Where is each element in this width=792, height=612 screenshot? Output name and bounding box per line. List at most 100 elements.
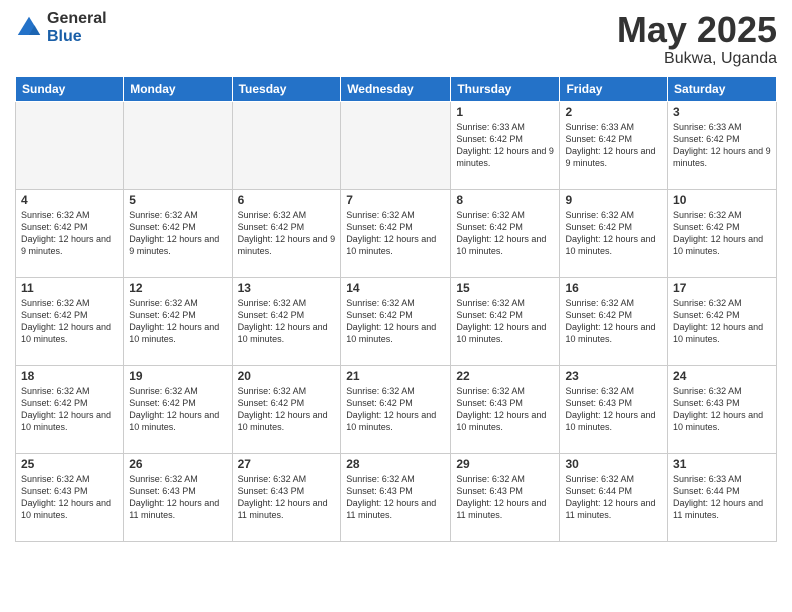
calendar-cell: 11 Sunrise: 6:32 AM Sunset: 6:42 PM Dayli…	[16, 277, 124, 365]
weekday-header: Sunday	[16, 76, 124, 101]
day-info: Sunrise: 6:32 AM Sunset: 6:42 PM Dayligh…	[346, 385, 445, 434]
day-info: Sunrise: 6:32 AM Sunset: 6:42 PM Dayligh…	[238, 297, 336, 346]
header: General Blue May 2025 Bukwa, Uganda	[15, 10, 777, 68]
calendar-cell: 18 Sunrise: 6:32 AM Sunset: 6:42 PM Dayli…	[16, 365, 124, 453]
calendar-cell: 13Sunrise: 6:32 AM Sunset: 6:42 PM Dayli…	[232, 277, 341, 365]
day-number: 20	[238, 369, 336, 383]
calendar-cell	[124, 101, 232, 189]
calendar-cell: 23 Sunrise: 6:32 AM Sunset: 6:43 PM Dayli…	[560, 365, 668, 453]
day-info: Sunrise: 6:32 AM Sunset: 6:42 PM Dayligh…	[21, 297, 118, 346]
calendar-cell: 6 Sunrise: 6:32 AM Sunset: 6:42 PM Daylig…	[232, 189, 341, 277]
day-info: Sunrise: 6:32 AM Sunset: 6:42 PM Dayligh…	[456, 209, 554, 258]
weekday-header: Tuesday	[232, 76, 341, 101]
day-number: 4	[21, 193, 118, 207]
day-number: 9	[565, 193, 662, 207]
calendar-cell: 24 Sunrise: 6:32 AM Sunset: 6:43 PM Dayli…	[668, 365, 777, 453]
day-info: Sunrise: 6:32 AM Sunset: 6:43 PM Dayligh…	[456, 385, 554, 434]
calendar-week-row: 11 Sunrise: 6:32 AM Sunset: 6:42 PM Dayli…	[16, 277, 777, 365]
day-number: 7	[346, 193, 445, 207]
day-number: 24	[673, 369, 771, 383]
calendar-cell: 17 Sunrise: 6:32 AM Sunset: 6:42 PM Dayli…	[668, 277, 777, 365]
day-number: 12	[129, 281, 226, 295]
day-number: 1	[456, 105, 554, 119]
calendar-cell: 16Sunrise: 6:32 AM Sunset: 6:42 PM Dayli…	[560, 277, 668, 365]
calendar-cell: 9Sunrise: 6:32 AM Sunset: 6:42 PM Daylig…	[560, 189, 668, 277]
weekday-header-row: SundayMondayTuesdayWednesdayThursdayFrid…	[16, 76, 777, 101]
calendar-cell: 1Sunrise: 6:33 AM Sunset: 6:42 PM Daylig…	[451, 101, 560, 189]
calendar-cell: 31 Sunrise: 6:33 AM Sunset: 6:44 PM Dayli…	[668, 453, 777, 541]
day-number: 29	[456, 457, 554, 471]
day-number: 30	[565, 457, 662, 471]
month-title: May 2025	[617, 10, 777, 50]
day-info: Sunrise: 6:32 AM Sunset: 6:43 PM Dayligh…	[238, 473, 336, 522]
day-info: Sunrise: 6:32 AM Sunset: 6:43 PM Dayligh…	[21, 473, 118, 522]
logo-blue: Blue	[47, 28, 107, 46]
day-number: 31	[673, 457, 771, 471]
day-number: 6	[238, 193, 336, 207]
day-number: 17	[673, 281, 771, 295]
day-info: Sunrise: 6:32 AM Sunset: 6:42 PM Dayligh…	[238, 209, 336, 258]
day-info: Sunrise: 6:32 AM Sunset: 6:42 PM Dayligh…	[238, 385, 336, 434]
day-number: 18	[21, 369, 118, 383]
calendar-cell: 22Sunrise: 6:32 AM Sunset: 6:43 PM Dayli…	[451, 365, 560, 453]
calendar-cell: 5 Sunrise: 6:32 AM Sunset: 6:42 PM Daylig…	[124, 189, 232, 277]
day-info: Sunrise: 6:32 AM Sunset: 6:42 PM Dayligh…	[21, 209, 118, 258]
calendar-cell: 14 Sunrise: 6:32 AM Sunset: 6:42 PM Dayli…	[341, 277, 451, 365]
calendar-cell: 15 Sunrise: 6:32 AM Sunset: 6:42 PM Dayli…	[451, 277, 560, 365]
weekday-header: Wednesday	[341, 76, 451, 101]
day-number: 3	[673, 105, 771, 119]
calendar-cell: 10 Sunrise: 6:32 AM Sunset: 6:42 PM Dayli…	[668, 189, 777, 277]
calendar-cell: 30Sunrise: 6:32 AM Sunset: 6:44 PM Dayli…	[560, 453, 668, 541]
calendar-cell: 4 Sunrise: 6:32 AM Sunset: 6:42 PM Daylig…	[16, 189, 124, 277]
day-info: Sunrise: 6:32 AM Sunset: 6:42 PM Dayligh…	[346, 297, 445, 346]
calendar-week-row: 18 Sunrise: 6:32 AM Sunset: 6:42 PM Dayli…	[16, 365, 777, 453]
day-number: 23	[565, 369, 662, 383]
day-info: Sunrise: 6:33 AM Sunset: 6:44 PM Dayligh…	[673, 473, 771, 522]
day-info: Sunrise: 6:32 AM Sunset: 6:42 PM Dayligh…	[673, 209, 771, 258]
day-info: Sunrise: 6:32 AM Sunset: 6:43 PM Dayligh…	[673, 385, 771, 434]
day-info: Sunrise: 6:32 AM Sunset: 6:43 PM Dayligh…	[565, 385, 662, 434]
calendar-cell: 3 Sunrise: 6:33 AM Sunset: 6:42 PM Daylig…	[668, 101, 777, 189]
day-info: Sunrise: 6:32 AM Sunset: 6:42 PM Dayligh…	[129, 209, 226, 258]
location: Bukwa, Uganda	[617, 50, 777, 68]
day-number: 27	[238, 457, 336, 471]
day-info: Sunrise: 6:32 AM Sunset: 6:42 PM Dayligh…	[565, 297, 662, 346]
day-info: Sunrise: 6:32 AM Sunset: 6:42 PM Dayligh…	[21, 385, 118, 434]
day-info: Sunrise: 6:32 AM Sunset: 6:42 PM Dayligh…	[346, 209, 445, 258]
day-number: 5	[129, 193, 226, 207]
day-number: 11	[21, 281, 118, 295]
day-info: Sunrise: 6:32 AM Sunset: 6:42 PM Dayligh…	[129, 297, 226, 346]
day-number: 19	[129, 369, 226, 383]
day-number: 10	[673, 193, 771, 207]
calendar-cell: 12 Sunrise: 6:32 AM Sunset: 6:42 PM Dayli…	[124, 277, 232, 365]
day-number: 8	[456, 193, 554, 207]
day-number: 21	[346, 369, 445, 383]
calendar-week-row: 1 Sunrise: 6:33 AM Sunset: 6:42 PM Daylig…	[16, 101, 777, 189]
calendar-cell: 2 Sunrise: 6:33 AM Sunset: 6:42 PM Daylig…	[560, 101, 668, 189]
day-info: Sunrise: 6:32 AM Sunset: 6:42 PM Dayligh…	[673, 297, 771, 346]
day-number: 28	[346, 457, 445, 471]
day-number: 14	[346, 281, 445, 295]
calendar: SundayMondayTuesdayWednesdayThursdayFrid…	[15, 76, 777, 542]
calendar-cell: 28Sunrise: 6:32 AM Sunset: 6:43 PM Dayli…	[341, 453, 451, 541]
day-info: Sunrise: 6:32 AM Sunset: 6:43 PM Dayligh…	[129, 473, 226, 522]
day-number: 15	[456, 281, 554, 295]
calendar-cell: 20 Sunrise: 6:32 AM Sunset: 6:42 PM Dayli…	[232, 365, 341, 453]
logo-general: General	[47, 10, 107, 28]
day-info: Sunrise: 6:33 AM Sunset: 6:42 PM Dayligh…	[673, 121, 771, 170]
calendar-cell: 27 Sunrise: 6:32 AM Sunset: 6:43 PM Dayli…	[232, 453, 341, 541]
day-info: Sunrise: 6:32 AM Sunset: 6:43 PM Dayligh…	[456, 473, 554, 522]
day-info: Sunrise: 6:33 AM Sunset: 6:42 PM Dayligh…	[565, 121, 662, 170]
day-info: Sunrise: 6:32 AM Sunset: 6:42 PM Dayligh…	[129, 385, 226, 434]
calendar-cell: 29 Sunrise: 6:32 AM Sunset: 6:43 PM Dayli…	[451, 453, 560, 541]
title-block: May 2025 Bukwa, Uganda	[617, 10, 777, 68]
logo-text: General Blue	[47, 10, 107, 45]
calendar-cell	[232, 101, 341, 189]
day-number: 26	[129, 457, 226, 471]
weekday-header: Monday	[124, 76, 232, 101]
day-info: Sunrise: 6:32 AM Sunset: 6:42 PM Dayligh…	[456, 297, 554, 346]
day-number: 2	[565, 105, 662, 119]
calendar-cell: 26 Sunrise: 6:32 AM Sunset: 6:43 PM Dayli…	[124, 453, 232, 541]
calendar-cell: 7 Sunrise: 6:32 AM Sunset: 6:42 PM Daylig…	[341, 189, 451, 277]
weekday-header: Saturday	[668, 76, 777, 101]
